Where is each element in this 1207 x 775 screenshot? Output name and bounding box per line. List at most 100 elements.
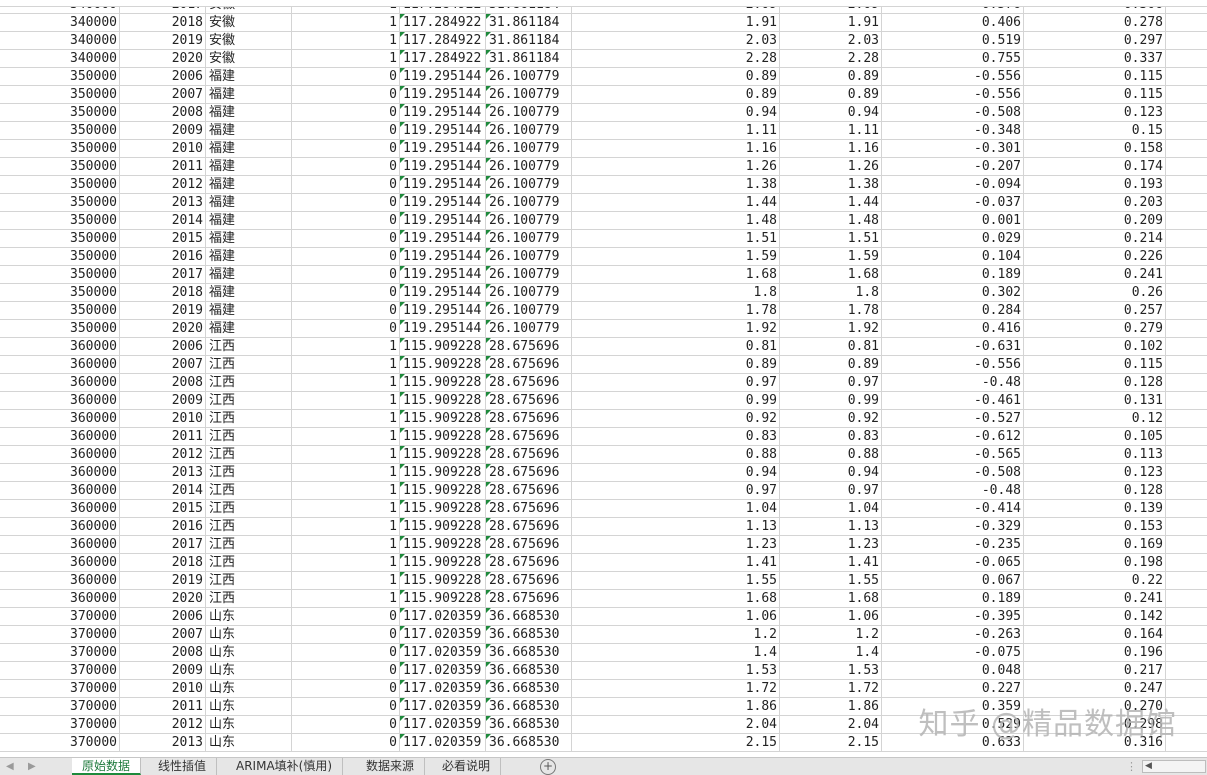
table-cell[interactable]: 0.217 — [1024, 662, 1166, 679]
table-cell[interactable]: 江西 — [206, 392, 292, 409]
table-cell[interactable]: -0.508 — [882, 464, 1024, 481]
table-cell[interactable]: 28.675696 — [486, 554, 572, 571]
table-cell[interactable]: -0.348 — [882, 122, 1024, 139]
table-cell-empty[interactable] — [1166, 338, 1207, 355]
table-cell[interactable]: 26.100779 — [486, 158, 572, 175]
table-cell-empty[interactable] — [1166, 626, 1207, 643]
table-cell[interactable]: 350000 — [0, 194, 120, 211]
table-cell[interactable]: 0.257 — [1024, 302, 1166, 319]
table-cell[interactable]: 安徽 — [206, 14, 292, 31]
table-cell[interactable]: 0.89 — [572, 86, 780, 103]
table-cell[interactable]: 0.89 — [780, 356, 882, 373]
table-cell[interactable]: 360000 — [0, 446, 120, 463]
table-cell[interactable]: 119.295144 — [400, 104, 486, 121]
table-cell[interactable]: 0.284 — [882, 302, 1024, 319]
table-cell[interactable]: -0.414 — [882, 500, 1024, 517]
table-cell[interactable]: 0.198 — [1024, 554, 1166, 571]
table-cell[interactable]: 360000 — [0, 572, 120, 589]
table-cell[interactable]: 360000 — [0, 356, 120, 373]
table-cell-empty[interactable] — [1166, 122, 1207, 139]
table-cell[interactable]: 1 — [292, 464, 400, 481]
table-cell[interactable]: 36.668530 — [486, 626, 572, 643]
table-cell[interactable]: 0.81 — [572, 338, 780, 355]
table-cell[interactable]: 1.68 — [780, 590, 882, 607]
table-cell[interactable]: 0.158 — [1024, 140, 1166, 157]
table-cell[interactable]: -0.329 — [882, 518, 1024, 535]
table-cell-empty[interactable] — [1166, 518, 1207, 535]
table-cell[interactable]: 0.131 — [1024, 392, 1166, 409]
table-cell[interactable]: 福建 — [206, 68, 292, 85]
table-cell[interactable]: 江西 — [206, 482, 292, 499]
table-cell[interactable]: 2011 — [120, 428, 206, 445]
table-cell[interactable]: 2014 — [120, 482, 206, 499]
table-cell[interactable]: 0.97 — [572, 374, 780, 391]
table-cell-empty[interactable] — [1166, 698, 1207, 715]
table-cell[interactable]: 350000 — [0, 284, 120, 301]
table-cell[interactable]: 1.92 — [780, 320, 882, 337]
table-cell[interactable]: 360000 — [0, 428, 120, 445]
table-cell[interactable]: 36.668530 — [486, 734, 572, 751]
sheet-tab[interactable]: 必看说明 — [432, 758, 502, 775]
table-cell-empty[interactable] — [1166, 536, 1207, 553]
table-cell[interactable]: 117.020359 — [400, 644, 486, 661]
table-cell[interactable]: 2013 — [120, 464, 206, 481]
table-cell[interactable]: 0.209 — [1024, 212, 1166, 229]
table-cell[interactable]: 1.55 — [780, 572, 882, 589]
table-cell[interactable]: 119.295144 — [400, 320, 486, 337]
table-cell[interactable]: 117.020359 — [400, 626, 486, 643]
table-cell[interactable]: 360000 — [0, 500, 120, 517]
table-cell[interactable]: 1.2 — [780, 626, 882, 643]
table-cell[interactable]: 0.189 — [882, 590, 1024, 607]
table-cell[interactable]: 0.359 — [882, 698, 1024, 715]
table-cell[interactable]: 1.4 — [572, 644, 780, 661]
table-cell-empty[interactable] — [1166, 158, 1207, 175]
table-cell[interactable]: 119.295144 — [400, 68, 486, 85]
table-cell[interactable]: 119.295144 — [400, 284, 486, 301]
sheet-tab[interactable]: 线性插值 — [148, 758, 218, 775]
table-cell[interactable]: 119.295144 — [400, 194, 486, 211]
table-cell[interactable]: 0 — [292, 230, 400, 247]
table-cell[interactable]: 江西 — [206, 446, 292, 463]
table-cell[interactable]: 0.94 — [780, 464, 882, 481]
table-cell[interactable]: 115.909228 — [400, 464, 486, 481]
table-cell[interactable]: 0 — [292, 284, 400, 301]
table-cell[interactable]: 28.675696 — [486, 464, 572, 481]
table-cell[interactable]: 117.020359 — [400, 734, 486, 751]
table-cell[interactable]: 26.100779 — [486, 86, 572, 103]
table-cell[interactable]: 36.668530 — [486, 644, 572, 661]
table-cell[interactable]: 1 — [292, 518, 400, 535]
table-cell-empty[interactable] — [1166, 284, 1207, 301]
table-cell[interactable]: 2.04 — [780, 716, 882, 733]
table-cell[interactable]: 山东 — [206, 608, 292, 625]
table-cell[interactable]: 0.196 — [1024, 644, 1166, 661]
table-cell[interactable]: 350000 — [0, 230, 120, 247]
table-cell[interactable]: -0.631 — [882, 338, 1024, 355]
table-cell[interactable]: 0 — [292, 158, 400, 175]
table-cell[interactable]: 0.029 — [882, 230, 1024, 247]
table-cell[interactable]: 0.99 — [572, 392, 780, 409]
table-cell[interactable]: 2.04 — [572, 716, 780, 733]
table-cell[interactable]: 31.861184 — [486, 50, 572, 67]
table-cell[interactable]: 1 — [292, 572, 400, 589]
table-cell[interactable]: 1 — [292, 392, 400, 409]
table-cell[interactable]: 360000 — [0, 338, 120, 355]
table-cell[interactable]: 26.100779 — [486, 266, 572, 283]
table-cell[interactable]: 2010 — [120, 680, 206, 697]
table-cell[interactable]: 安徽 — [206, 50, 292, 67]
table-cell[interactable]: 1.44 — [572, 194, 780, 211]
table-cell[interactable]: 115.909228 — [400, 482, 486, 499]
table-cell[interactable]: 340000 — [0, 32, 120, 49]
table-cell[interactable]: 0 — [292, 644, 400, 661]
table-cell[interactable]: 0.105 — [1024, 428, 1166, 445]
table-cell[interactable]: 福建 — [206, 140, 292, 157]
table-cell[interactable]: 1 — [292, 500, 400, 517]
table-cell[interactable]: 115.909228 — [400, 572, 486, 589]
table-cell-empty[interactable] — [1166, 320, 1207, 337]
table-cell[interactable]: 350000 — [0, 176, 120, 193]
table-cell[interactable]: 1.11 — [780, 122, 882, 139]
table-cell[interactable]: 0.241 — [1024, 590, 1166, 607]
table-cell[interactable]: 0 — [292, 194, 400, 211]
table-cell[interactable]: 2020 — [120, 320, 206, 337]
table-cell[interactable]: 山东 — [206, 680, 292, 697]
table-cell[interactable]: 0.406 — [882, 14, 1024, 31]
